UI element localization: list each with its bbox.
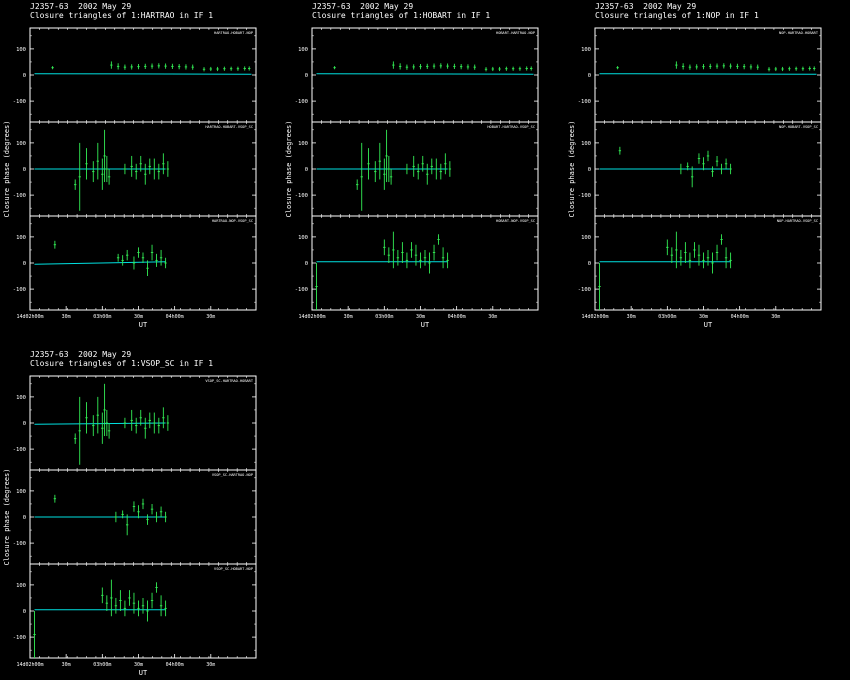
y-tick-label: -100 <box>13 287 26 293</box>
x-tick-label: 03h00m <box>93 314 111 320</box>
subplot-frame <box>594 27 822 123</box>
y-axis-label: Closure phase (degrees) <box>285 121 293 218</box>
baseline-triangle-label: HOBART-NOP-VSOP_SC <box>496 219 535 223</box>
x-tick-label: 30m <box>627 314 636 320</box>
y-tick-label: -100 <box>13 447 26 453</box>
y-tick-label: 100 <box>16 489 26 495</box>
chart-panel-hobart: J2357-63 2002 May 29 Closure triangles o… <box>282 0 552 340</box>
y-tick-label: 0 <box>23 261 26 267</box>
x-tick-label: 03h00m <box>93 662 111 668</box>
baseline-triangle-label: VSOP_SC-HARTRAO-NOP <box>212 473 253 477</box>
y-axis-label: Closure phase (degrees) <box>3 121 11 218</box>
model-line <box>599 73 817 75</box>
y-tick-label: 100 <box>16 235 26 241</box>
y-tick-label: 0 <box>305 167 308 173</box>
baseline-triangle-label: VSOP_SC-HARTRAO-HOBART <box>205 379 253 383</box>
x-tick-label: 30m <box>488 314 497 320</box>
baseline-triangle-label: HARTRAO-HOBART-VSOP_SC <box>205 125 253 129</box>
baseline-triangle-label: NOP-HARTRAO-VSOP_SC <box>777 219 818 223</box>
y-tick-label: 0 <box>23 609 26 615</box>
x-tick-label: 30m <box>699 314 708 320</box>
y-tick-label: 0 <box>23 515 26 521</box>
y-tick-label: 0 <box>305 261 308 267</box>
y-tick-label: 100 <box>298 47 308 53</box>
subplot-frame <box>29 27 257 123</box>
x-tick-label: 30m <box>206 314 215 320</box>
y-tick-label: 0 <box>305 73 308 79</box>
y-tick-label: 100 <box>16 583 26 589</box>
chart-svg: 100 0 -100 NOP-HARTRAO-HOBART 100 0 -100 NOP-HO… <box>568 27 822 329</box>
x-tick-label: 04h00m <box>166 314 184 320</box>
x-tick-label: 30m <box>416 314 425 320</box>
y-tick-label: 100 <box>581 47 591 53</box>
baseline-triangle-label: HOBART-HARTRAO-NOP <box>496 31 535 35</box>
y-tick-label: 0 <box>588 261 591 267</box>
x-tick-label: 30m <box>62 662 71 668</box>
chart-panel-hartrao: J2357-63 2002 May 29 Closure triangles o… <box>0 0 270 340</box>
y-tick-label: -100 <box>295 193 308 199</box>
y-tick-label: -100 <box>295 99 308 105</box>
baseline-triangle-label: HARTRAO-NOP-VSOP_SC <box>212 219 253 223</box>
x-tick-label: 04h00m <box>731 314 749 320</box>
chart-panel-vsop: J2357-63 2002 May 29 Closure triangles o… <box>0 348 270 680</box>
y-tick-label: 100 <box>16 141 26 147</box>
x-tick-label: 30m <box>134 662 143 668</box>
x-tick-label: 04h00m <box>166 662 184 668</box>
x-tick-label: 30m <box>206 662 215 668</box>
x-tick-label: 30m <box>134 314 143 320</box>
y-tick-label: 100 <box>581 141 591 147</box>
x-tick-label: 14d02h00m <box>16 662 43 668</box>
chart-panel-nop: J2357-63 2002 May 29 Closure triangles o… <box>565 0 835 340</box>
y-tick-label: -100 <box>295 287 308 293</box>
x-tick-label: 14d02h00m <box>298 314 325 320</box>
y-tick-label: 100 <box>298 141 308 147</box>
x-axis-label: UT <box>139 321 148 329</box>
baseline-triangle-label: HARTRAO-HOBART-NOP <box>214 31 253 35</box>
y-tick-label: -100 <box>13 635 26 641</box>
model-line <box>34 261 166 265</box>
x-tick-label: 03h00m <box>375 314 393 320</box>
y-tick-label: -100 <box>578 99 591 105</box>
x-tick-label: 03h00m <box>658 314 676 320</box>
x-axis-label: UT <box>139 669 148 677</box>
model-line <box>34 422 166 425</box>
x-tick-label: 14d02h00m <box>16 314 43 320</box>
y-tick-label: -100 <box>578 287 591 293</box>
y-tick-label: 0 <box>23 421 26 427</box>
baseline-triangle-label: NOP-HARTRAO-HOBART <box>779 31 819 35</box>
y-axis-label: Closure phase (degrees) <box>568 121 576 218</box>
baseline-triangle-label: NOP-HOBART-VSOP_SC <box>779 125 818 129</box>
baseline-triangle-label: VSOP_SC-HOBART-NOP <box>214 567 253 571</box>
model-line <box>34 73 252 75</box>
y-tick-label: -100 <box>13 193 26 199</box>
x-tick-label: 04h00m <box>448 314 466 320</box>
baseline-triangle-label: HOBART-HARTRAO-VSOP_SC <box>487 125 535 129</box>
x-axis-label: UT <box>421 321 430 329</box>
y-tick-label: 100 <box>581 235 591 241</box>
chart-svg: 100 0 -100 HOBART-HARTRAO-NOP 100 0 -100 HOBART… <box>285 27 539 329</box>
x-tick-label: 30m <box>771 314 780 320</box>
y-tick-label: 0 <box>588 73 591 79</box>
chart-svg: 100 0 -100 VSOP_SC-HARTRAO-HOBART 100 0 -100 VS… <box>3 375 257 677</box>
y-tick-label: 100 <box>298 235 308 241</box>
y-tick-label: 0 <box>23 73 26 79</box>
y-axis-label: Closure phase (degrees) <box>3 469 11 566</box>
x-tick-label: 30m <box>62 314 71 320</box>
subplot-frame <box>311 27 539 123</box>
x-axis-label: UT <box>704 321 713 329</box>
x-tick-label: 30m <box>344 314 353 320</box>
y-tick-label: 100 <box>16 395 26 401</box>
x-tick-label: 14d02h00m <box>581 314 608 320</box>
y-tick-label: 0 <box>588 167 591 173</box>
chart-svg: 100 0 -100 HARTRAO-HOBART-NOP 100 0 -100 HARTRA… <box>3 27 257 329</box>
y-tick-label: 100 <box>16 47 26 53</box>
y-tick-label: -100 <box>578 193 591 199</box>
y-tick-label: 0 <box>23 167 26 173</box>
y-tick-label: -100 <box>13 541 26 547</box>
model-line <box>316 73 534 75</box>
y-tick-label: -100 <box>13 99 26 105</box>
